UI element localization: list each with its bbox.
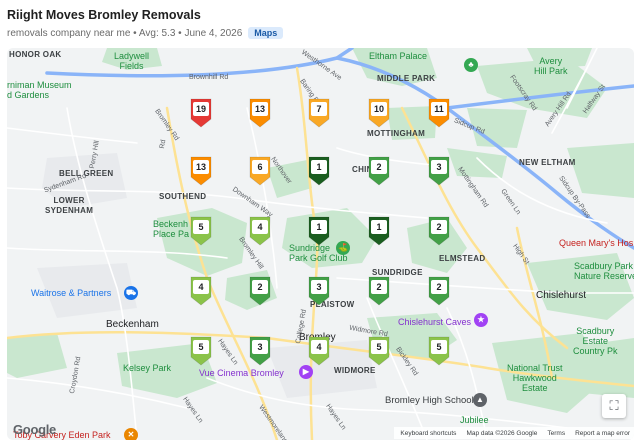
- label-widmore: WIDMORE: [334, 366, 376, 375]
- label-ladywell-fields: Ladywell Fields: [114, 51, 150, 71]
- rank-marker-value: 11: [431, 102, 447, 116]
- rank-marker[interactable]: 4: [249, 216, 271, 246]
- rank-marker-value: 2: [431, 220, 447, 234]
- rank-marker[interactable]: 10: [368, 98, 390, 128]
- golf-icon: ⛳: [336, 241, 350, 255]
- label-elmstead: ELMSTEAD: [439, 254, 486, 263]
- rank-marker-value: 3: [252, 340, 268, 354]
- school-icon: ▲: [473, 393, 487, 407]
- rank-marker[interactable]: 4: [308, 336, 330, 366]
- rank-marker-value: 4: [193, 280, 209, 294]
- rank-marker[interactable]: 19: [190, 98, 212, 128]
- google-logo: Google: [13, 422, 56, 437]
- attraction-icon: ★: [474, 313, 488, 327]
- rank-marker-value: 1: [311, 160, 327, 174]
- rank-marker[interactable]: 1: [308, 156, 330, 186]
- rank-marker[interactable]: 5: [190, 216, 212, 246]
- rank-marker[interactable]: 2: [249, 276, 271, 306]
- label-vue-cinema: Vue Cinema Bromley: [199, 368, 284, 378]
- rank-marker[interactable]: 2: [368, 276, 390, 306]
- rank-marker-value: 7: [311, 102, 327, 116]
- rank-marker-value: 1: [371, 220, 387, 234]
- fullscreen-button[interactable]: ⛶: [602, 394, 626, 418]
- rank-marker-value: 5: [193, 220, 209, 234]
- rank-marker-value: 2: [252, 280, 268, 294]
- label-mottingham: MOTTINGHAM: [367, 129, 426, 138]
- label-middle-park: MIDDLE PARK: [377, 74, 436, 83]
- keyboard-shortcuts-link[interactable]: Keyboard shortcuts: [400, 430, 456, 437]
- rank-marker[interactable]: 13: [249, 98, 271, 128]
- rank-marker-value: 3: [431, 160, 447, 174]
- fullscreen-icon: ⛶: [609, 398, 619, 413]
- listing-subtitle: removals company near me • Avg: 5.3 • Ju…: [7, 27, 284, 39]
- rank-marker[interactable]: 2: [428, 276, 450, 306]
- label-new-eltham: NEW ELTHAM: [519, 158, 576, 167]
- label-chislehurst-caves: Chislehurst Caves: [398, 317, 472, 327]
- label-southend: SOUTHEND: [159, 192, 207, 201]
- rank-marker[interactable]: 5: [368, 336, 390, 366]
- label-kelsey-park: Kelsey Park: [123, 363, 172, 373]
- label-lower-sydenham: LOWER SYDENHAM: [45, 196, 94, 215]
- map-data-attribution: Map data ©2026 Google: [466, 429, 538, 437]
- rank-marker[interactable]: 2: [428, 216, 450, 246]
- report-error-link[interactable]: Report a map error: [575, 430, 630, 437]
- road-brownhill: Brownhill Rd: [189, 74, 229, 81]
- rank-marker-value: 2: [371, 280, 387, 294]
- label-national-trust: National Trust Hawkwood Estate: [507, 363, 563, 393]
- maps-badge[interactable]: Maps: [248, 27, 284, 39]
- label-jubilee: Jubilee: [460, 415, 489, 425]
- rank-marker[interactable]: 1: [308, 216, 330, 246]
- rank-marker[interactable]: 3: [308, 276, 330, 306]
- listing-meta: removals company near me • Avg: 5.3 • Ju…: [7, 27, 243, 39]
- terms-link[interactable]: Terms: [547, 430, 565, 437]
- listing-header: Riight Moves Bromley Removals removals c…: [0, 0, 640, 46]
- rank-marker-value: 4: [252, 220, 268, 234]
- label-eltham-palace: Eltham Palace: [369, 51, 428, 61]
- rank-marker-value: 5: [193, 340, 209, 354]
- rank-marker-value: 2: [431, 280, 447, 294]
- rank-marker-value: 6: [252, 160, 268, 174]
- label-bromley-high-school: Bromley High School: [385, 395, 474, 406]
- map-footer: Keyboard shortcuts Map data ©2026 Google…: [394, 427, 634, 439]
- rank-marker[interactable]: 7: [308, 98, 330, 128]
- rank-marker-value: 13: [252, 102, 268, 116]
- shopping-cart-icon: ⛟: [124, 286, 138, 300]
- map-view[interactable]: rniman Museum d Gardens HONOR OAK Ladywe…: [7, 48, 634, 440]
- park-icon: ♣: [464, 58, 478, 72]
- rank-marker[interactable]: 5: [190, 336, 212, 366]
- label-queen-marys: Queen Mary's Hos: [559, 238, 634, 248]
- rank-marker[interactable]: 2: [368, 156, 390, 186]
- rank-marker[interactable]: 6: [249, 156, 271, 186]
- rank-marker[interactable]: 5: [428, 336, 450, 366]
- label-scadbury-nature: Scadbury Park Nature Reserve: [574, 261, 634, 281]
- rank-marker-value: 3: [311, 280, 327, 294]
- rank-marker[interactable]: 1: [368, 216, 390, 246]
- rank-marker-value: 2: [371, 160, 387, 174]
- label-museum: rniman Museum d Gardens: [7, 80, 72, 100]
- label-honor-oak: HONOR OAK: [9, 50, 62, 59]
- rank-marker[interactable]: 11: [428, 98, 450, 128]
- rank-marker[interactable]: 13: [190, 156, 212, 186]
- rank-marker-value: 1: [311, 220, 327, 234]
- label-chislehurst: Chislehurst: [536, 290, 587, 301]
- label-beckenham: Beckenham: [106, 319, 159, 330]
- label-beckenham-place-park: Beckenh Place Pa: [153, 219, 190, 239]
- museum-label: rniman Museum d Gardens: [7, 80, 72, 100]
- rank-marker-value: 13: [193, 160, 209, 174]
- rank-marker-value: 10: [371, 102, 387, 116]
- label-scadbury-country-pk: Scadbury Estate Country Pk: [573, 326, 618, 356]
- cinema-icon: ▶: [299, 365, 313, 379]
- rank-marker[interactable]: 3: [428, 156, 450, 186]
- restaurant-icon: ✕: [124, 428, 138, 440]
- label-avery-hill-park: Avery Hill Park: [534, 56, 568, 76]
- rank-marker-value: 5: [431, 340, 447, 354]
- rank-marker[interactable]: 4: [190, 276, 212, 306]
- business-title: Riight Moves Bromley Removals: [7, 8, 201, 22]
- rank-marker-value: 5: [371, 340, 387, 354]
- label-waitrose: Waitrose & Partners: [31, 288, 112, 298]
- rank-marker[interactable]: 3: [249, 336, 271, 366]
- rank-marker-value: 19: [193, 102, 209, 116]
- rank-marker-value: 4: [311, 340, 327, 354]
